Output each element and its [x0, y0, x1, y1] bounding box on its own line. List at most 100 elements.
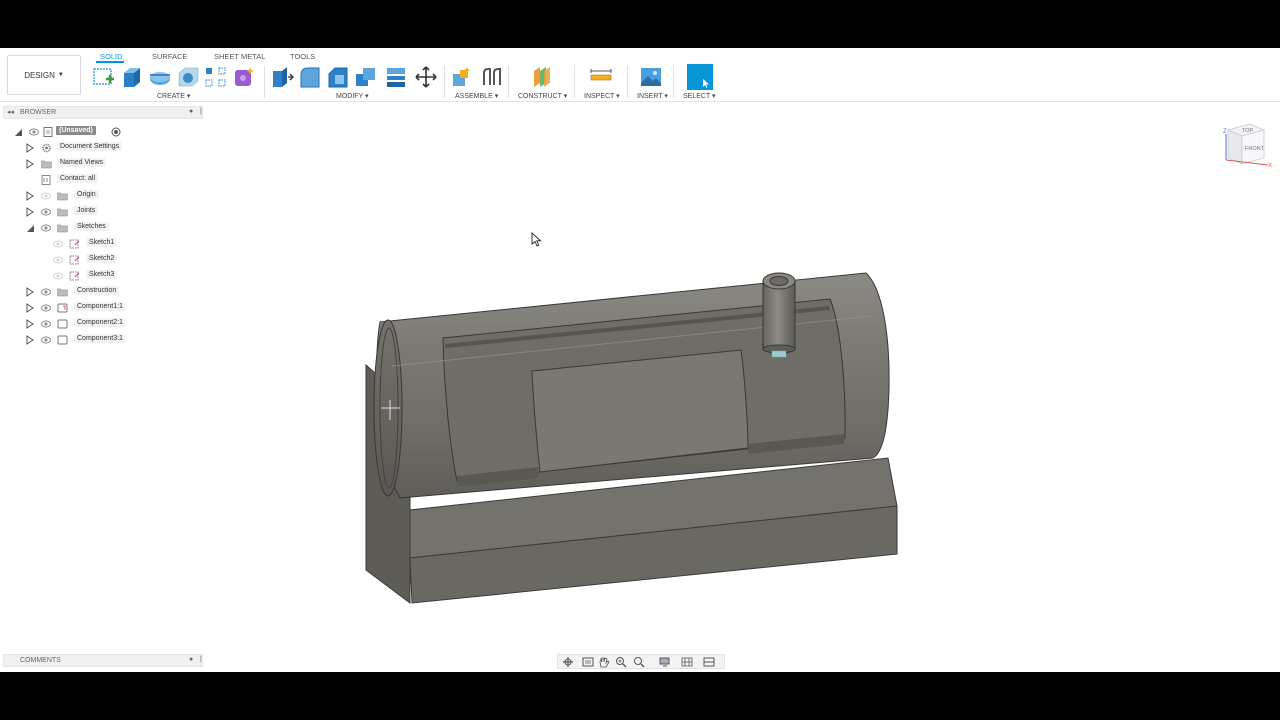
expand-triangle-icon[interactable]	[25, 191, 35, 201]
folder-icon	[57, 192, 68, 201]
pattern-icon[interactable]	[204, 65, 228, 89]
eye-icon[interactable]	[41, 207, 51, 217]
eye-icon[interactable]	[41, 319, 51, 329]
contact-sets-icon	[41, 175, 51, 185]
collapse-triangle-icon[interactable]	[13, 127, 23, 137]
workspace-label: DESIGN	[24, 70, 55, 80]
browser-item-joints[interactable]: Joints	[74, 206, 99, 215]
create-form-icon[interactable]	[232, 65, 256, 89]
browser-item-component1[interactable]: Component1:1	[74, 302, 126, 311]
pan-hand-icon[interactable]	[597, 656, 611, 668]
tab-tools[interactable]: TOOLS	[290, 52, 315, 61]
tab-solid[interactable]: SOLID	[100, 52, 123, 61]
component-icon	[57, 335, 68, 345]
comments-panel[interactable]: COMMENTS ● |	[3, 654, 203, 667]
eye-icon[interactable]	[41, 287, 51, 297]
eye-hidden-icon[interactable]	[53, 255, 63, 265]
insert-image-icon[interactable]	[639, 65, 663, 89]
group-divider	[627, 66, 628, 98]
browser-item-sketch1[interactable]: Sketch1	[86, 238, 118, 247]
hole-icon[interactable]	[176, 65, 200, 89]
fillet-icon[interactable]	[298, 65, 322, 89]
expand-triangle-icon[interactable]	[25, 207, 35, 217]
zoom-icon[interactable]	[614, 656, 628, 668]
browser-item-sketches[interactable]: Sketches	[74, 222, 109, 231]
extrude-icon[interactable]	[120, 65, 144, 89]
shell-icon[interactable]	[354, 65, 378, 89]
expand-triangle-icon[interactable]	[25, 319, 35, 329]
browser-item-named-views[interactable]: Named Views	[57, 158, 107, 167]
component-icon	[57, 319, 68, 329]
browser-item-sketch3[interactable]: Sketch3	[86, 270, 118, 279]
press-pull-icon[interactable]	[270, 65, 294, 89]
browser-item-origin[interactable]: Origin	[74, 190, 99, 199]
cylinder-body	[373, 272, 890, 499]
tab-surface[interactable]: SURFACE	[152, 52, 187, 61]
collapse-triangle-icon[interactable]	[25, 223, 35, 233]
browser-item-sketch2[interactable]: Sketch2	[86, 254, 118, 263]
browser-header: ◂◂ BROWSER ● |	[3, 106, 203, 119]
expand-triangle-icon[interactable]	[25, 159, 35, 169]
assemble-menu-label: ASSEMBLE	[455, 93, 493, 100]
expand-triangle-icon[interactable]	[25, 287, 35, 297]
create-menu[interactable]: CREATE ▾	[157, 92, 190, 100]
collapse-panel-icon[interactable]: ◂◂	[7, 108, 14, 116]
joint-icon[interactable]	[480, 65, 504, 89]
revolve-icon[interactable]	[148, 65, 172, 89]
expand-triangle-icon[interactable]	[25, 303, 35, 313]
viewcube[interactable]: TOP FRONT Z X	[1220, 120, 1276, 174]
construct-menu-label: CONSTRUCT	[518, 93, 562, 100]
measure-icon[interactable]	[589, 65, 613, 89]
orbit-icon[interactable]	[561, 656, 575, 668]
modify-menu[interactable]: MODIFY ▾	[336, 92, 369, 100]
panel-grip-icon[interactable]: |	[200, 656, 202, 663]
inspect-menu[interactable]: INSPECT ▾	[584, 92, 620, 100]
select-tool-button[interactable]	[687, 64, 713, 90]
browser-item-component3[interactable]: Component3:1	[74, 334, 126, 343]
move-icon[interactable]	[414, 65, 438, 89]
expand-triangle-icon[interactable]	[25, 335, 35, 345]
folder-icon	[41, 160, 52, 169]
browser-item-contact[interactable]: Contact: all	[57, 174, 99, 183]
group-divider	[508, 66, 509, 98]
construct-menu[interactable]: CONSTRUCT ▾	[518, 92, 567, 100]
grid-settings-icon[interactable]	[680, 656, 694, 668]
assemble-menu[interactable]: ASSEMBLE ▾	[455, 92, 498, 100]
viewports-icon[interactable]	[702, 656, 716, 668]
viewcube-front-label: FRONT	[1245, 146, 1265, 152]
activate-radio-icon[interactable]	[111, 127, 121, 137]
eye-icon[interactable]	[29, 127, 39, 137]
insert-menu[interactable]: INSERT ▾	[637, 92, 668, 100]
viewcube-top-label: TOP	[1242, 128, 1254, 134]
eye-hidden-icon[interactable]	[53, 271, 63, 281]
browser-item-construction[interactable]: Construction	[74, 286, 120, 295]
eye-icon[interactable]	[41, 303, 51, 313]
add-comment-icon[interactable]: ●	[189, 656, 193, 663]
create-menu-label: CREATE	[157, 93, 185, 100]
root-document-label[interactable]: (Unsaved)	[56, 126, 96, 135]
eye-icon[interactable]	[41, 223, 51, 233]
offset-plane-icon[interactable]	[530, 65, 554, 89]
workspace-switcher[interactable]: DESIGN ▼	[7, 55, 81, 95]
chamfer-icon[interactable]	[326, 65, 350, 89]
select-menu[interactable]: SELECT ▾	[683, 92, 716, 100]
eye-icon[interactable]	[41, 335, 51, 345]
browser-item-component2[interactable]: Component2:1	[74, 318, 126, 327]
create-sketch-icon[interactable]	[92, 65, 116, 89]
eye-hidden-icon[interactable]	[41, 191, 51, 201]
eye-hidden-icon[interactable]	[53, 239, 63, 249]
new-component-icon[interactable]	[450, 65, 474, 89]
tab-sheet-metal[interactable]: SHEET METAL	[214, 52, 265, 61]
display-settings-icon[interactable]	[658, 656, 672, 668]
expand-triangle-icon[interactable]	[25, 143, 35, 153]
fit-zoom-icon[interactable]	[632, 656, 646, 668]
folder-icon	[57, 288, 68, 297]
look-at-icon[interactable]	[581, 656, 595, 668]
browser-item-document-settings[interactable]: Document Settings	[57, 142, 123, 151]
split-body-icon[interactable]	[384, 65, 408, 89]
pin-icon[interactable]: ●	[189, 108, 193, 115]
panel-grip-icon[interactable]: |	[200, 108, 202, 115]
browser-title: BROWSER	[20, 109, 57, 116]
toolbar: DESIGN ▼ SOLID SURFACE SHEET METAL TOOLS	[0, 48, 1280, 102]
group-divider	[574, 66, 575, 98]
